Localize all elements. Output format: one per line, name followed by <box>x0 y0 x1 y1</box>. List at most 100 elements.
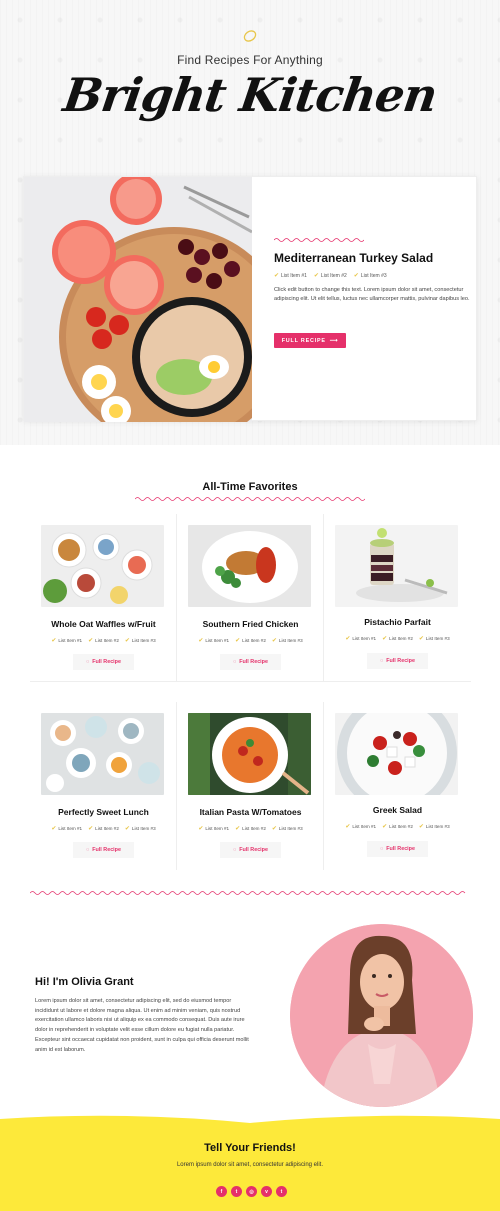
check-icon: ✔ <box>353 273 359 279</box>
facebook-icon[interactable]: f <box>216 1186 227 1197</box>
list-item: ✔ List Item #2 <box>235 826 266 832</box>
recipe-title[interactable]: Italian Pasta W/Tomatoes <box>177 807 324 817</box>
recipe-image[interactable] <box>335 713 458 795</box>
arrow-right-icon: ⟶ <box>329 337 339 344</box>
recipe-card[interactable]: Pistachio Parfait ✔ List Item #1 ✔ List It… <box>324 514 471 682</box>
chat-icon: ◌ <box>86 659 90 665</box>
check-icon: ✔ <box>198 638 204 644</box>
featured-recipe-description: Click edit button to change this text. L… <box>274 287 470 302</box>
check-icon: ✔ <box>274 273 280 279</box>
list-item: ✔ List Item #3 <box>124 826 156 832</box>
list-item: ✔ List Item #3 <box>271 826 303 832</box>
full-recipe-button[interactable]: FULL RECIPE ⟶ <box>274 333 346 348</box>
tagline: Find Recipes For Anything <box>177 53 323 67</box>
recipe-card[interactable]: Perfectly Sweet Lunch ✔ List Item #1 ✔ Lis… <box>30 702 177 870</box>
featured-recipe-card: Mediterranean Turkey Salad ✔ List Item #1… <box>23 176 477 422</box>
instagram-icon[interactable]: ◎ <box>246 1186 257 1197</box>
check-icon: ✔ <box>198 826 204 832</box>
full-recipe-button[interactable]: ◌ Full Recipe <box>220 842 281 858</box>
list-item: ✔ List Item #2 <box>235 638 266 644</box>
recipe-image[interactable] <box>335 525 458 607</box>
list-item: ✔ List Item #1 <box>345 636 377 642</box>
check-icon: ✔ <box>345 636 351 642</box>
chat-icon: ◌ <box>380 658 384 664</box>
featured-recipe-title[interactable]: Mediterranean Turkey Salad <box>274 251 474 265</box>
footer-heading: Tell Your Friends! <box>204 1142 296 1154</box>
full-recipe-button[interactable]: ◌ Full Recipe <box>367 653 428 669</box>
about-text: Lorem ipsum dolor sit amet, consectetur … <box>35 998 249 1053</box>
chat-icon: ◌ <box>233 847 237 853</box>
list-item: ✔ List Item #2 <box>88 826 119 832</box>
list-item: ✔ List Item #3 <box>418 636 450 642</box>
chat-icon: ◌ <box>380 846 384 852</box>
site-logo[interactable]: Bright Kitchen <box>0 68 500 122</box>
featured-recipe-list: ✔ List Item #1 ✔ List Item #2 ✔ List Item #… <box>274 272 474 280</box>
tumblr-icon[interactable]: t <box>276 1186 287 1197</box>
chat-icon: ◌ <box>86 847 90 853</box>
recipe-list: ✔ List Item #1 ✔ List Item #2 ✔ List Item #… <box>30 825 177 832</box>
featured-recipe-image <box>24 177 252 422</box>
recipe-image[interactable] <box>41 525 164 607</box>
recipe-title[interactable]: Perfectly Sweet Lunch <box>30 807 177 817</box>
recipe-title[interactable]: Southern Fried Chicken <box>177 619 324 629</box>
list-item: ✔ List Item #1 <box>51 638 83 644</box>
recipe-card[interactable]: Southern Fried Chicken ✔ List Item #1 ✔ Li… <box>177 514 324 682</box>
full-recipe-button[interactable]: ◌ Full Recipe <box>367 841 428 857</box>
footer-text: Lorem ipsum dolor sit amet, consectetur … <box>176 1162 324 1168</box>
recipe-list: ✔ List Item #1 ✔ List Item #2 ✔ List Item #… <box>177 637 324 644</box>
recipe-image[interactable] <box>188 713 311 795</box>
check-icon: ✔ <box>418 636 424 642</box>
list-item: ✔ List Item #2 <box>88 638 119 644</box>
recipe-card[interactable]: Whole Oat Waffles w/Fruit ✔ List Item #1 … <box>30 514 177 682</box>
check-icon: ✔ <box>88 638 94 644</box>
check-icon: ✔ <box>271 826 277 832</box>
recipe-title[interactable]: Whole Oat Waffles w/Fruit <box>30 619 177 629</box>
check-icon: ✔ <box>124 826 130 832</box>
recipe-card[interactable]: Italian Pasta W/Tomatoes ✔ List Item #1 ✔… <box>177 702 324 870</box>
twitter-icon[interactable]: t <box>231 1186 242 1197</box>
recipe-title[interactable]: Greek Salad <box>324 805 471 815</box>
full-recipe-button[interactable]: ◌ Full Recipe <box>73 842 134 858</box>
list-item: ✔ List Item #1 <box>51 826 83 832</box>
list-item: ✔ List Item #2 <box>382 824 413 830</box>
check-icon: ✔ <box>124 638 130 644</box>
vimeo-icon[interactable]: v <box>261 1186 272 1197</box>
list-item: ✔ List Item #3 <box>124 638 156 644</box>
list-item: ✔ List Item #3 <box>271 638 303 644</box>
list-item: ✔ List Item #3 <box>353 272 387 280</box>
list-item: ✔ List Item #1 <box>274 272 307 280</box>
check-icon: ✔ <box>51 826 57 832</box>
social-links: f t ◎ v t <box>216 1186 287 1197</box>
about-heading: Hi! I'm Olivia Grant <box>35 976 134 988</box>
author-portrait <box>290 924 473 1107</box>
recipe-list: ✔ List Item #1 ✔ List Item #2 ✔ List Item #… <box>324 823 471 830</box>
lemon-icon <box>243 30 257 42</box>
list-item: ✔ List Item #2 <box>382 636 413 642</box>
recipe-list: ✔ List Item #1 ✔ List Item #2 ✔ List Item #… <box>30 637 177 644</box>
recipe-list: ✔ List Item #1 ✔ List Item #2 ✔ List Item #… <box>324 635 471 642</box>
full-recipe-button[interactable]: ◌ Full Recipe <box>220 654 281 670</box>
recipe-image[interactable] <box>41 713 164 795</box>
check-icon: ✔ <box>88 826 94 832</box>
list-item: ✔ List Item #1 <box>198 638 230 644</box>
check-icon: ✔ <box>235 638 241 644</box>
check-icon: ✔ <box>382 824 388 830</box>
favorites-heading: All-Time Favorites <box>202 481 298 493</box>
recipe-list: ✔ List Item #1 ✔ List Item #2 ✔ List Item #… <box>177 825 324 832</box>
list-item: ✔ List Item #3 <box>418 824 450 830</box>
footer: Tell Your Friends! Lorem ipsum dolor sit… <box>0 1111 500 1211</box>
check-icon: ✔ <box>313 273 319 279</box>
recipe-card[interactable]: Greek Salad ✔ List Item #1 ✔ List Item #2 … <box>324 702 471 870</box>
wave-divider <box>30 891 466 895</box>
featured-recipe-body: Mediterranean Turkey Salad ✔ List Item #1… <box>274 237 474 304</box>
list-item: ✔ List Item #2 <box>313 272 347 280</box>
list-item: ✔ List Item #1 <box>345 824 377 830</box>
hero-section: Find Recipes For Anything Bright Kitchen <box>0 0 500 445</box>
check-icon: ✔ <box>51 638 57 644</box>
recipe-title[interactable]: Pistachio Parfait <box>324 617 471 627</box>
check-icon: ✔ <box>345 824 351 830</box>
list-item: ✔ List Item #1 <box>198 826 230 832</box>
check-icon: ✔ <box>382 636 388 642</box>
recipe-image[interactable] <box>188 525 311 607</box>
full-recipe-button[interactable]: ◌ Full Recipe <box>73 654 134 670</box>
